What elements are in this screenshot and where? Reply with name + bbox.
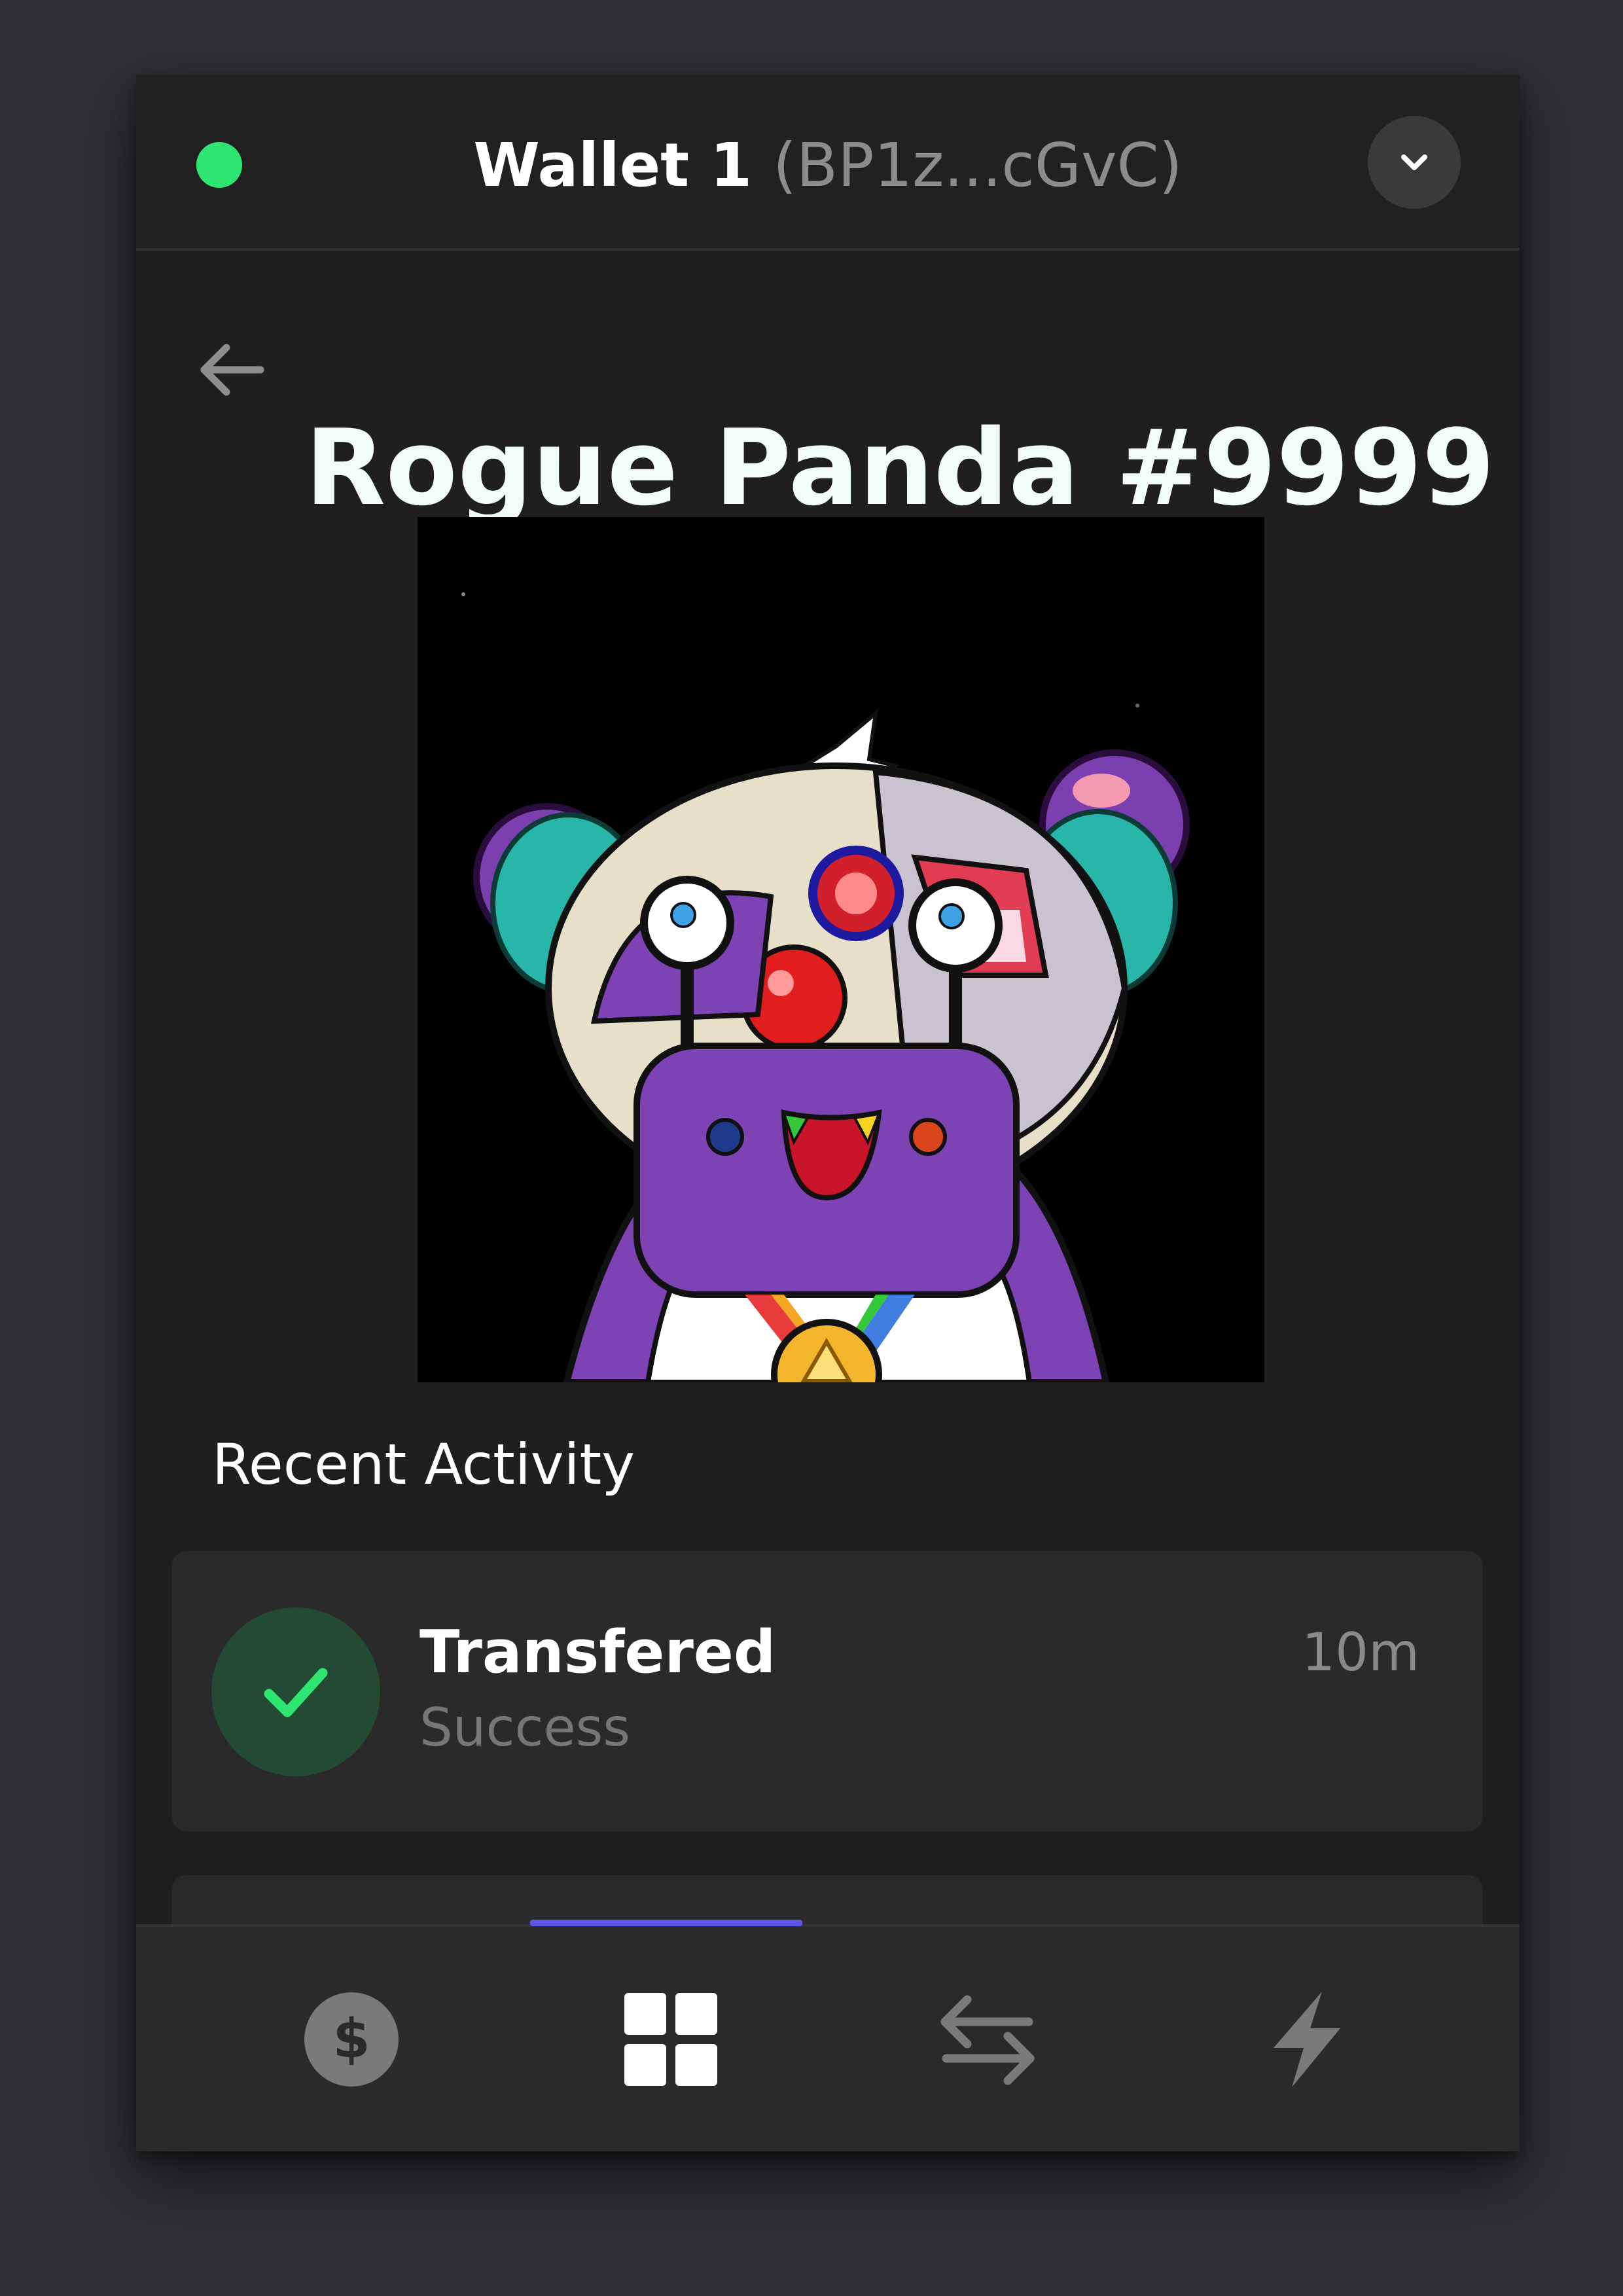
activity-status-badge (211, 1607, 380, 1776)
grid-icon (624, 1993, 717, 2086)
chevron-down-icon (1401, 154, 1427, 170)
wallet-dropdown-button[interactable] (1368, 116, 1461, 209)
wallet-name: Wallet 1 (473, 130, 753, 200)
active-tab-indicator (530, 1920, 802, 1926)
lightning-icon (1274, 1992, 1340, 2087)
activity-item[interactable]: Transfered Success 10m (172, 1551, 1482, 1831)
nft-image (418, 517, 1264, 1382)
tab-balances[interactable]: $ (302, 1990, 401, 2089)
wallet-window: Wallet 1 (BP1z...cGvC) Rogue Panda #9999 (136, 75, 1520, 2151)
activity-time: 10m (1302, 1622, 1419, 1683)
wallet-selector[interactable]: Wallet 1 (BP1z...cGvC) (136, 126, 1520, 205)
rogue-panda-artwork (418, 517, 1264, 1382)
arrow-left-icon (200, 344, 264, 396)
back-button[interactable] (192, 337, 271, 405)
tab-swap[interactable] (938, 1990, 1037, 2089)
header: Wallet 1 (BP1z...cGvC) (136, 75, 1520, 251)
tab-activity[interactable] (1258, 1990, 1356, 2089)
tab-collectibles[interactable] (622, 1990, 720, 2089)
check-icon (264, 1668, 328, 1717)
activity-status: Success (419, 1697, 631, 1758)
activity-label: Transfered (419, 1618, 776, 1687)
dollar-icon: $ (304, 1992, 399, 2087)
swap-arrows-icon (940, 1995, 1035, 2085)
svg-text:$: $ (332, 2008, 370, 2070)
page-title: Rogue Panda #9999 (305, 406, 1495, 529)
wallet-address: (BP1z...cGvC) (773, 130, 1183, 200)
recent-activity-heading: Recent Activity (212, 1432, 635, 1498)
